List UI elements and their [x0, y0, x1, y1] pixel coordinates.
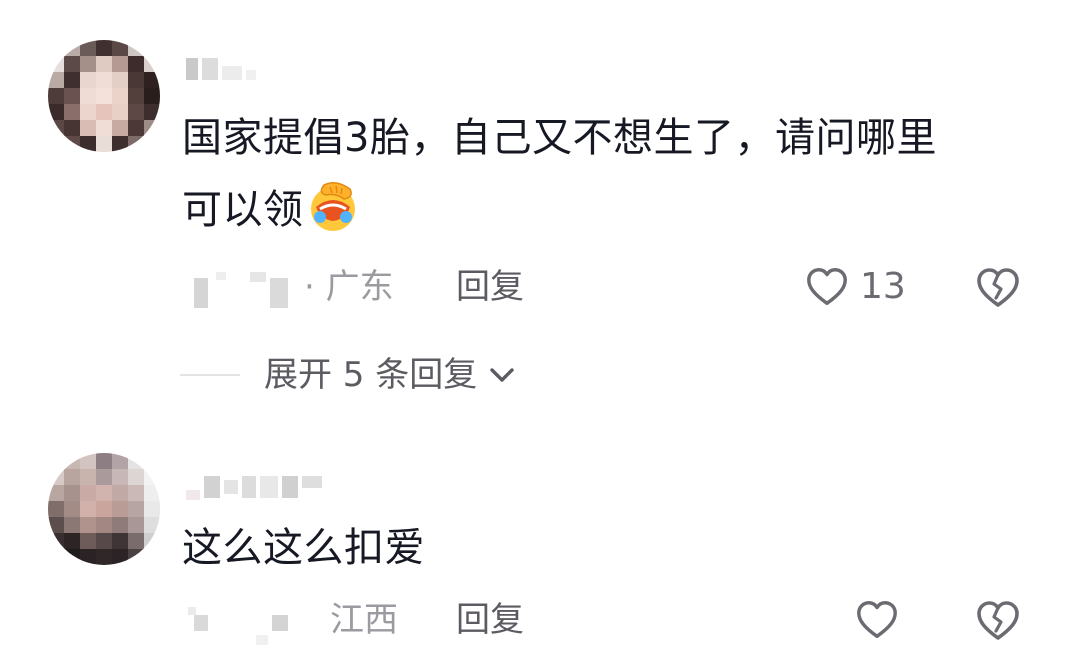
- comment-item: 国家提倡3胎，自己又不想生了，请问哪里 可以领 · 广东 回复 13 展开 5 …: [0, 0, 1080, 440]
- comment-meta-row: · 广东 回复 13: [186, 262, 1046, 312]
- avatar-mosaic: [48, 453, 160, 565]
- timestamp-redacted: [186, 272, 296, 312]
- comment-meta-row: 江西 回复: [186, 595, 1046, 645]
- heart-outline-icon: [854, 597, 900, 643]
- avatar-mosaic: [48, 40, 160, 152]
- like-button[interactable]: [854, 595, 900, 645]
- reply-button[interactable]: 回复: [456, 597, 524, 643]
- comment-text: 国家提倡3胎，自己又不想生了，请问哪里 可以领: [182, 102, 1042, 246]
- expand-replies-button[interactable]: 展开 5 条回复: [180, 352, 519, 398]
- comment-text-line: 这么这么扣爱: [182, 525, 425, 571]
- chevron-down-icon: [485, 358, 519, 392]
- like-button[interactable]: 13: [804, 262, 906, 312]
- avatar[interactable]: [48, 40, 160, 152]
- comment-text-line: 国家提倡3胎，自己又不想生了，请问哪里: [182, 115, 937, 161]
- broken-heart-icon[interactable]: [974, 597, 1022, 645]
- comment-text-fragment: 可以领: [182, 187, 304, 233]
- username-redacted: [186, 58, 256, 84]
- reply-button[interactable]: 回复: [456, 264, 524, 310]
- username-redacted: [186, 476, 322, 502]
- expand-replies-label: 展开 5 条回复: [264, 355, 478, 395]
- comment-text-line: 可以领: [182, 174, 1042, 246]
- heart-outline-icon: [804, 264, 850, 310]
- expand-divider: [180, 374, 240, 376]
- timestamp-redacted: [186, 605, 296, 645]
- location-label: 江西: [330, 600, 398, 640]
- avatar[interactable]: [48, 453, 160, 565]
- location-label: · 广东: [304, 267, 394, 307]
- broken-heart-icon[interactable]: [974, 264, 1022, 312]
- like-count: 13: [860, 266, 906, 307]
- comment-item: 这么这么扣爱 江西 回复: [0, 440, 1080, 658]
- comment-text: 这么这么扣爱: [182, 512, 1042, 584]
- facepalm-laugh-emoji-icon: [306, 179, 360, 233]
